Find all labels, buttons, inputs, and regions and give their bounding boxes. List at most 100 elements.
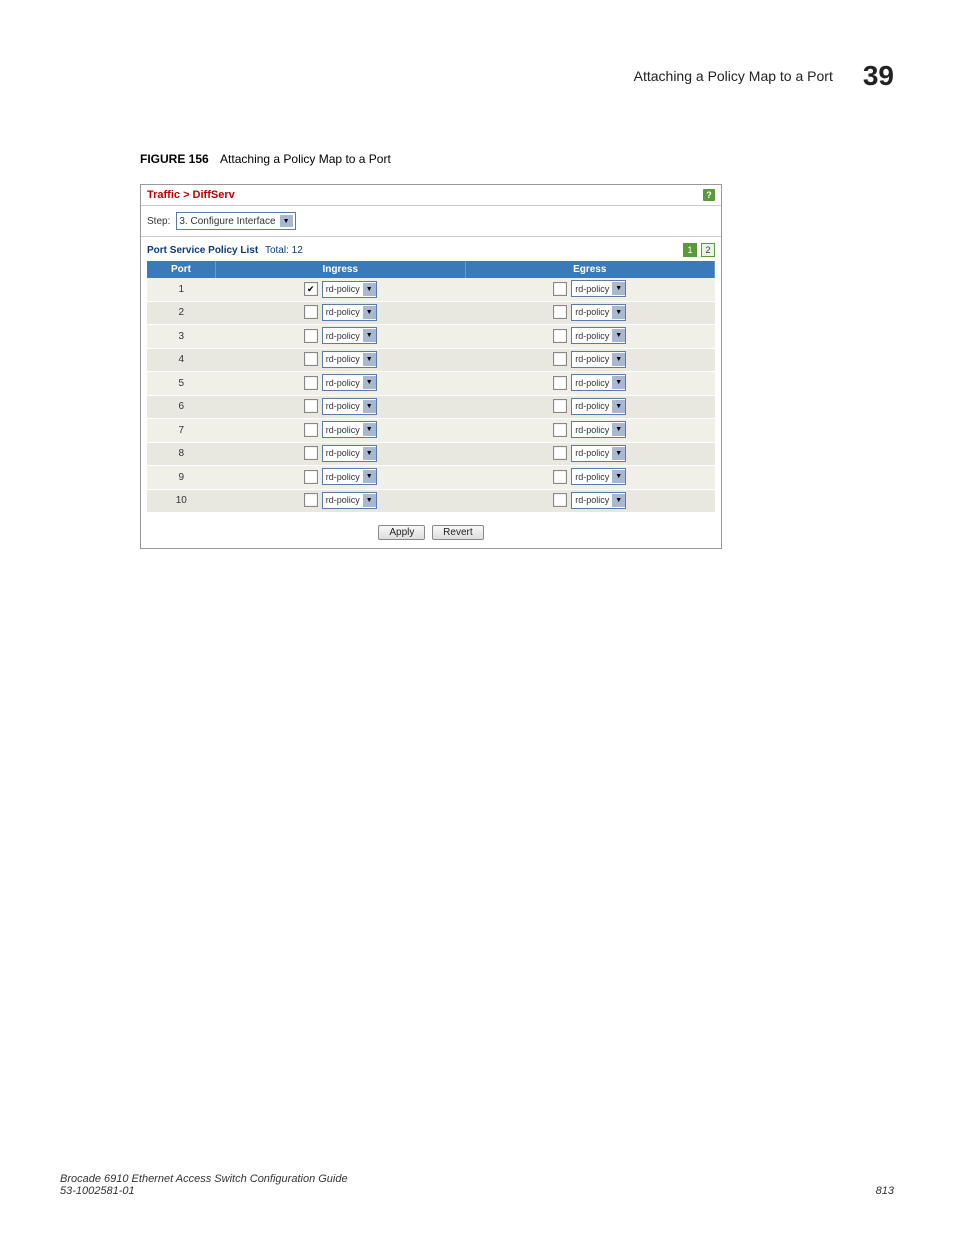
policy-select-value: rd-policy (326, 448, 360, 458)
chevron-down-icon: ▼ (363, 494, 376, 507)
chevron-down-icon: ▼ (363, 283, 376, 296)
egress-cell: rd-policy▼ (465, 466, 715, 490)
page-1[interactable]: 1 (683, 243, 697, 257)
ingress-policy-select[interactable]: rd-policy▼ (322, 327, 377, 344)
list-total-label: Total: (265, 245, 289, 256)
apply-button[interactable]: Apply (378, 525, 425, 540)
port-cell: 1 (147, 278, 216, 301)
egress-checkbox[interactable] (553, 305, 567, 319)
chevron-down-icon: ▼ (612, 470, 625, 483)
chevron-down-icon: ▼ (363, 329, 376, 342)
help-icon[interactable]: ? (703, 189, 715, 201)
egress-checkbox[interactable] (553, 282, 567, 296)
ingress-cell: rd-policy▼ (216, 395, 466, 419)
port-cell: 7 (147, 419, 216, 443)
ingress-policy-select[interactable]: rd-policy▼ (322, 351, 377, 368)
ingress-policy-select[interactable]: rd-policy▼ (322, 281, 377, 298)
footer-page-number: 813 (876, 1185, 894, 1197)
policy-select-value: rd-policy (326, 331, 360, 341)
policy-select-value: rd-policy (326, 378, 360, 388)
table-row: 9rd-policy▼rd-policy▼ (147, 466, 715, 490)
breadcrumb-bar: Traffic > DiffServ ? (141, 185, 721, 206)
ingress-policy-select[interactable]: rd-policy▼ (322, 445, 377, 462)
egress-policy-select[interactable]: rd-policy▼ (571, 398, 626, 415)
ingress-checkbox[interactable] (304, 470, 318, 484)
chevron-down-icon: ▼ (612, 494, 625, 507)
policy-select-value: rd-policy (575, 401, 609, 411)
egress-checkbox[interactable] (553, 423, 567, 437)
ingress-checkbox[interactable] (304, 493, 318, 507)
ingress-policy-select[interactable]: rd-policy▼ (322, 468, 377, 485)
ingress-checkbox[interactable]: ✔ (304, 282, 318, 296)
egress-checkbox[interactable] (553, 376, 567, 390)
port-cell: 4 (147, 348, 216, 372)
egress-checkbox[interactable] (553, 352, 567, 366)
egress-checkbox[interactable] (553, 446, 567, 460)
ingress-cell: rd-policy▼ (216, 301, 466, 325)
ingress-policy-select[interactable]: rd-policy▼ (322, 492, 377, 509)
egress-checkbox[interactable] (553, 493, 567, 507)
egress-policy-select[interactable]: rd-policy▼ (571, 304, 626, 321)
egress-policy-select[interactable]: rd-policy▼ (571, 421, 626, 438)
step-select-value: 3. Configure Interface (179, 216, 275, 227)
egress-policy-select[interactable]: rd-policy▼ (571, 374, 626, 391)
step-label: Step: (147, 216, 170, 227)
breadcrumb: Traffic > DiffServ (147, 189, 235, 201)
chevron-down-icon: ▼ (363, 447, 376, 460)
chapter-number: 39 (863, 60, 894, 92)
port-cell: 6 (147, 395, 216, 419)
table-row: 1 ✔ rd-policy▼ rd-policy▼ (147, 278, 715, 301)
ingress-checkbox[interactable] (304, 329, 318, 343)
egress-policy-select[interactable]: rd-policy▼ (571, 445, 626, 462)
ingress-policy-select[interactable]: rd-policy▼ (322, 398, 377, 415)
policy-select-value: rd-policy (575, 495, 609, 505)
table-row: 4 rd-policy▼ rd-policy▼ (147, 348, 715, 372)
ingress-checkbox[interactable] (304, 352, 318, 366)
ingress-cell: rd-policy▼ (216, 325, 466, 349)
button-row: Apply Revert (141, 519, 721, 548)
ingress-policy-select[interactable]: rd-policy▼ (322, 304, 377, 321)
policy-select-value: rd-policy (326, 472, 360, 482)
ingress-cell: rd-policy▼ (216, 348, 466, 372)
revert-button[interactable]: Revert (432, 525, 483, 540)
chevron-down-icon: ▼ (363, 306, 376, 319)
egress-checkbox[interactable] (553, 470, 567, 484)
egress-cell: rd-policy▼ (465, 489, 715, 513)
egress-checkbox[interactable] (553, 329, 567, 343)
egress-policy-select[interactable]: rd-policy▼ (571, 327, 626, 344)
ingress-cell: rd-policy▼ (216, 442, 466, 466)
ingress-checkbox[interactable] (304, 399, 318, 413)
step-select[interactable]: 3. Configure Interface ▼ (176, 212, 295, 230)
egress-policy-select[interactable]: rd-policy▼ (571, 468, 626, 485)
policy-select-value: rd-policy (575, 448, 609, 458)
policy-select-value: rd-policy (326, 401, 360, 411)
policy-select-value: rd-policy (326, 425, 360, 435)
pager: 1 2 (683, 243, 715, 257)
ingress-checkbox[interactable] (304, 423, 318, 437)
page-header: Attaching a Policy Map to a Port 39 (60, 60, 894, 92)
table-row: 2 rd-policy▼ rd-policy▼ (147, 301, 715, 325)
ingress-policy-select[interactable]: rd-policy▼ (322, 421, 377, 438)
egress-policy-select[interactable]: rd-policy▼ (571, 492, 626, 509)
policy-select-value: rd-policy (575, 425, 609, 435)
chevron-down-icon: ▼ (363, 353, 376, 366)
egress-policy-select[interactable]: rd-policy▼ (571, 280, 626, 297)
ingress-checkbox[interactable] (304, 446, 318, 460)
ingress-checkbox[interactable] (304, 305, 318, 319)
ingress-cell: rd-policy▼ (216, 466, 466, 490)
policy-select-value: rd-policy (575, 331, 609, 341)
egress-cell: rd-policy▼ (465, 301, 715, 325)
egress-cell: rd-policy▼ (465, 325, 715, 349)
chevron-down-icon: ▼ (612, 376, 625, 389)
col-egress: Egress (465, 261, 715, 278)
port-cell: 2 (147, 301, 216, 325)
egress-cell: rd-policy▼ (465, 372, 715, 396)
ingress-checkbox[interactable] (304, 376, 318, 390)
ingress-policy-select[interactable]: rd-policy▼ (322, 374, 377, 391)
policy-select-value: rd-policy (575, 472, 609, 482)
egress-cell: rd-policy▼ (465, 442, 715, 466)
egress-policy-select[interactable]: rd-policy▼ (571, 351, 626, 368)
page-2[interactable]: 2 (701, 243, 715, 257)
port-cell: 3 (147, 325, 216, 349)
egress-checkbox[interactable] (553, 399, 567, 413)
